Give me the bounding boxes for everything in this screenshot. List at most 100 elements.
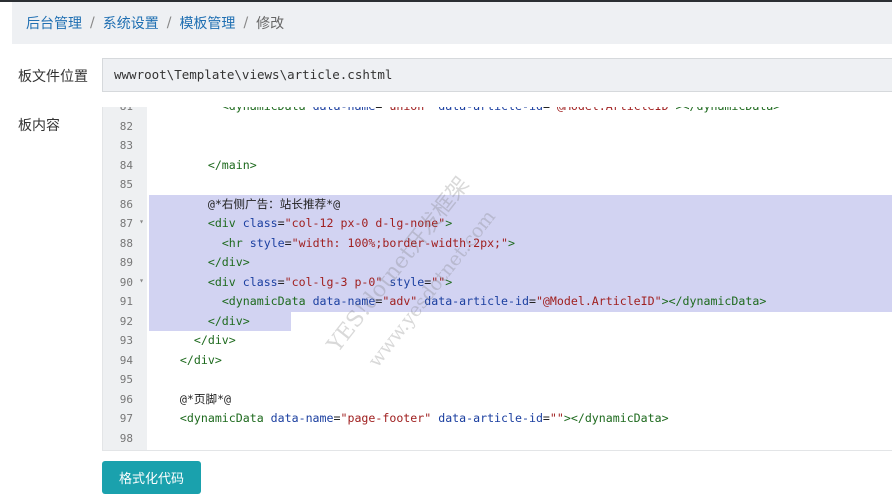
line-number-text: 82 — [119, 119, 133, 133]
code-line[interactable]: @*页脚*@ — [152, 390, 231, 410]
code-token: data-article-id — [438, 411, 543, 425]
line-number: 97 — [103, 409, 147, 429]
code-line[interactable]: </main> — [152, 156, 257, 176]
line-number-text: 84 — [119, 158, 133, 172]
line-number: 81 — [103, 107, 147, 117]
line-number: 83 — [103, 136, 147, 156]
breadcrumb-separator: / — [166, 15, 172, 31]
code-token: data-name — [312, 294, 376, 308]
code-token: "col-12 px-0 d-lg-none" — [284, 216, 446, 230]
content-label: 板内容 — [18, 118, 60, 134]
code-token: "adv" — [382, 294, 418, 308]
code-token: "page-footer" — [340, 411, 432, 425]
code-token: = — [543, 107, 550, 113]
code-token: </div> — [193, 333, 236, 347]
code-token: = — [528, 294, 536, 308]
code-token: @*右侧广告：站长推荐*@ — [152, 196, 341, 211]
file-path-label: 板文件位置 — [18, 69, 88, 85]
breadcrumb-item-admin[interactable]: 后台管理 — [26, 13, 82, 33]
line-number: 90 ▾ — [103, 273, 147, 293]
code-token: class — [242, 274, 278, 289]
line-number: 98 — [103, 429, 147, 449]
breadcrumb-item-system-settings[interactable]: 系统设置 — [103, 13, 159, 33]
code-line[interactable]: <div class="col-12 px-0 d-lg-none"> — [152, 214, 452, 234]
line-number: 95 — [103, 370, 147, 390]
code-line[interactable]: @*右侧广告：站长推荐*@ — [152, 195, 340, 215]
code-token: data-name — [270, 411, 334, 425]
code-token: ></dynamicData> — [676, 107, 781, 113]
line-number: 84 — [103, 156, 147, 176]
line-number-text: 96 — [119, 392, 133, 406]
code-token: </div> — [179, 352, 222, 367]
code-token: data-article-id — [424, 294, 529, 308]
code-line[interactable]: <dynamicData data-name = "union" data-arti… — [152, 107, 780, 117]
line-number-text: 81 — [120, 107, 133, 113]
format-code-button[interactable]: 格式化代码 — [102, 461, 201, 494]
line-number-text: 94 — [119, 353, 133, 367]
code-token: data-article-id — [438, 107, 543, 113]
code-line[interactable]: </div> — [152, 312, 250, 332]
breadcrumb-item-edit: 修改 — [256, 16, 285, 32]
code-line[interactable]: <dynamicData data-name = "adv" data-articl… — [152, 292, 766, 312]
code-token: = — [542, 411, 550, 425]
line-number-text: 97 — [119, 412, 133, 425]
line-number: 89 — [103, 253, 147, 273]
code-token: > — [508, 235, 516, 250]
code-line[interactable]: </div> — [152, 253, 250, 273]
code-line[interactable]: </div> — [152, 331, 236, 351]
line-number: 85 — [103, 175, 147, 195]
breadcrumb-item-template-management[interactable]: 模板管理 — [179, 13, 235, 33]
code-token: "@Model.ArticleID" — [535, 294, 662, 308]
code-token: "width: 100%;border-width:2px;" — [291, 235, 509, 250]
line-number: 93 — [103, 331, 147, 351]
line-number-text: 88 — [119, 236, 133, 250]
line-number: 87 ▾ — [103, 214, 147, 234]
line-number: 82 — [103, 117, 147, 137]
code-line[interactable]: </div> — [152, 351, 222, 371]
line-number: 91 — [103, 292, 147, 312]
breadcrumb-separator: / — [90, 15, 95, 31]
fold-toggle-icon[interactable]: ▾ — [139, 217, 144, 226]
code-token: > — [445, 274, 453, 289]
line-number: 96 — [103, 390, 147, 410]
code-token: "union" — [382, 107, 431, 113]
code-token: <dynamicData — [221, 294, 306, 308]
code-token: "" — [431, 274, 446, 289]
code-editor[interactable]: 81 82 83 84 85 86 87 ▾ 88 89 90 ▾ 91 92 93 94 95 96 97 98 <… — [102, 107, 892, 451]
code-token: ></dynamicData> — [661, 294, 767, 308]
code-token: = — [277, 274, 285, 289]
code-token: </main> — [207, 157, 257, 172]
code-token: "@Model.ArticleID" — [550, 107, 676, 113]
line-number-text: 83 — [119, 139, 133, 152]
line-number-text: 89 — [119, 256, 133, 269]
line-number-text: 95 — [119, 373, 133, 386]
code-token: = — [277, 216, 285, 230]
code-token: @*页脚*@ — [152, 391, 232, 406]
code-token: <dynamicData — [222, 107, 306, 113]
line-number-text: 86 — [119, 197, 133, 211]
fold-toggle-icon[interactable]: ▾ — [139, 276, 144, 285]
code-line[interactable]: <hr style="width: 100%;border-width:2px;… — [152, 234, 515, 254]
line-number: 92 — [103, 312, 147, 332]
code-line[interactable]: <div class="col-lg-3 p-0" style=""> — [152, 273, 452, 293]
breadcrumb: 后台管理 / 系统设置 / 模板管理 / 修改 — [12, 2, 892, 44]
line-number-text: 91 — [119, 295, 133, 308]
file-path-field: wwwroot\Template\views\article.cshtml — [102, 58, 892, 92]
line-number-text: 92 — [119, 314, 133, 328]
code-line[interactable]: <dynamicData data-name = "page-footer" dat… — [152, 409, 669, 429]
line-number: 94 — [103, 351, 147, 371]
code-token: <div — [207, 216, 236, 230]
line-number-text: 93 — [119, 334, 133, 347]
code-token: > — [445, 216, 453, 230]
